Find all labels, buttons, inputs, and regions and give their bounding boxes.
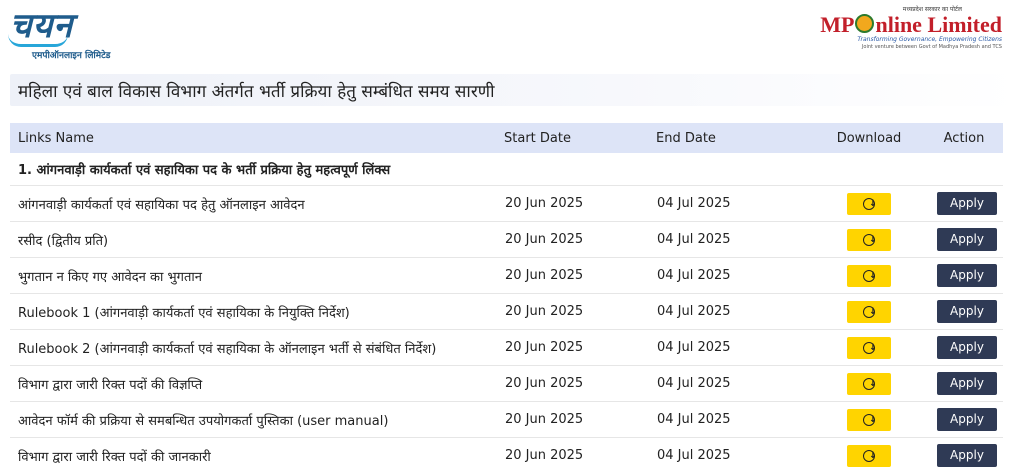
action-cell: Apply (925, 294, 1003, 330)
header-start-date: Start Date (504, 123, 656, 153)
apply-button[interactable]: Apply (937, 444, 997, 467)
download-button[interactable]: ↓ (847, 445, 891, 467)
apply-button[interactable]: Apply (937, 372, 997, 395)
download-button[interactable]: ↓ (847, 229, 891, 251)
end-date: 04 Jul 2025 (656, 186, 813, 222)
chayan-logo-subtitle: एमपीऑनलाइन लिमिटेड (32, 48, 110, 61)
chayan-logo[interactable]: चयन एमपीऑनलाइन लिमिटेड (10, 6, 150, 62)
download-cell: ↓ (813, 330, 925, 366)
download-button[interactable]: ↓ (847, 193, 891, 215)
download-cell: ↓ (813, 402, 925, 438)
apply-button[interactable]: Apply (937, 408, 997, 431)
mponline-logo-rest: nline Limited (875, 12, 1002, 37)
apply-button[interactable]: Apply (937, 192, 997, 215)
download-button[interactable]: ↓ (847, 265, 891, 287)
download-cell: ↓ (813, 294, 925, 330)
link-name: Rulebook 2 (आंगनवाड़ी कार्यकर्ता एवं सहा… (10, 330, 504, 366)
table-row: आवेदन फॉर्म की प्रक्रिया से समबन्धित उपय… (10, 402, 1003, 438)
page-title: महिला एवं बाल विकास विभाग अंतर्गत भर्ती … (18, 79, 494, 102)
start-date: 20 Jun 2025 (504, 186, 656, 222)
link-name: रसीद (द्वितीय प्रति) (10, 222, 504, 258)
download-button[interactable]: ↓ (847, 373, 891, 395)
apply-button[interactable]: Apply (937, 264, 997, 287)
apply-button[interactable]: Apply (937, 300, 997, 323)
link-name: आवेदन फॉर्म की प्रक्रिया से समबन्धित उपय… (10, 402, 504, 438)
action-cell: Apply (925, 366, 1003, 402)
start-date: 20 Jun 2025 (504, 222, 656, 258)
start-date: 20 Jun 2025 (504, 366, 656, 402)
mponline-logo-o-icon (855, 14, 874, 33)
download-button[interactable]: ↓ (847, 301, 891, 323)
download-circle-icon: ↓ (863, 306, 875, 318)
download-circle-icon: ↓ (863, 450, 875, 462)
mponline-logo-slogan2: Joint venture between Govt of Madhya Pra… (802, 44, 1002, 51)
section-row: 1. आंगनवाड़ी कार्यकर्ता एवं सहायिका पद क… (10, 153, 1003, 186)
end-date: 04 Jul 2025 (656, 294, 813, 330)
start-date: 20 Jun 2025 (504, 402, 656, 438)
download-cell: ↓ (813, 222, 925, 258)
page-title-bar: महिला एवं बाल विकास विभाग अंतर्गत भर्ती … (10, 74, 1020, 106)
end-date: 04 Jul 2025 (656, 258, 813, 294)
end-date: 04 Jul 2025 (656, 366, 813, 402)
end-date: 04 Jul 2025 (656, 330, 813, 366)
mponline-logo[interactable]: मध्यप्रदेश सरकार का पोर्टल MPnline Limit… (802, 6, 1002, 50)
apply-button[interactable]: Apply (937, 228, 997, 251)
download-cell: ↓ (813, 186, 925, 222)
link-name: Rulebook 1 (आंगनवाड़ी कार्यकर्ता एवं सहा… (10, 294, 504, 330)
header-end-date: End Date (656, 123, 813, 153)
link-name: भुगतान न किए गए आवेदन का भुगतान (10, 258, 504, 294)
end-date: 04 Jul 2025 (656, 402, 813, 438)
table-row: रसीद (द्वितीय प्रति)20 Jun 202504 Jul 20… (10, 222, 1003, 258)
table-row: विभाग द्वारा जारी रिक्त पदों की विज्ञप्त… (10, 366, 1003, 402)
start-date: 20 Jun 2025 (504, 330, 656, 366)
header-download: Download (813, 123, 925, 153)
end-date: 04 Jul 2025 (656, 438, 813, 473)
table-row: आंगनवाड़ी कार्यकर्ता एवं सहायिका पद हेतु… (10, 186, 1003, 222)
schedule-table: Links Name Start Date End Date Download … (10, 123, 1003, 473)
start-date: 20 Jun 2025 (504, 258, 656, 294)
download-cell: ↓ (813, 438, 925, 473)
action-cell: Apply (925, 222, 1003, 258)
end-date: 04 Jul 2025 (656, 222, 813, 258)
download-cell: ↓ (813, 258, 925, 294)
start-date: 20 Jun 2025 (504, 294, 656, 330)
download-circle-icon: ↓ (863, 198, 875, 210)
mponline-logo-brand: MP nline Limited (802, 14, 1002, 36)
download-circle-icon: ↓ (863, 378, 875, 390)
mponline-logo-mp: MP (820, 12, 854, 37)
table-row: भुगतान न किए गए आवेदन का भुगतान20 Jun 20… (10, 258, 1003, 294)
start-date: 20 Jun 2025 (504, 438, 656, 473)
download-cell: ↓ (813, 366, 925, 402)
table-header-row: Links Name Start Date End Date Download … (10, 123, 1003, 153)
table-row: विभाग द्वारा जारी रिक्त पदों की जानकारी2… (10, 438, 1003, 473)
section-title: 1. आंगनवाड़ी कार्यकर्ता एवं सहायिका पद क… (10, 153, 1003, 186)
table-row: Rulebook 1 (आंगनवाड़ी कार्यकर्ता एवं सहा… (10, 294, 1003, 330)
logo-swoosh (8, 34, 68, 47)
download-circle-icon: ↓ (863, 342, 875, 354)
action-cell: Apply (925, 402, 1003, 438)
action-cell: Apply (925, 186, 1003, 222)
action-cell: Apply (925, 330, 1003, 366)
link-name: आंगनवाड़ी कार्यकर्ता एवं सहायिका पद हेतु… (10, 186, 504, 222)
action-cell: Apply (925, 258, 1003, 294)
download-button[interactable]: ↓ (847, 409, 891, 431)
download-circle-icon: ↓ (863, 414, 875, 426)
page-header: चयन एमपीऑनलाइन लिमिटेड मध्यप्रदेश सरकार … (0, 0, 1024, 66)
link-name: विभाग द्वारा जारी रिक्त पदों की विज्ञप्त… (10, 366, 504, 402)
mponline-logo-slogan: Transforming Governance, Empowering Citi… (802, 36, 1002, 44)
download-circle-icon: ↓ (863, 270, 875, 282)
header-links-name: Links Name (10, 123, 504, 153)
header-action: Action (925, 123, 1003, 153)
table-row: Rulebook 2 (आंगनवाड़ी कार्यकर्ता एवं सहा… (10, 330, 1003, 366)
download-circle-icon: ↓ (863, 234, 875, 246)
download-button[interactable]: ↓ (847, 337, 891, 359)
link-name: विभाग द्वारा जारी रिक्त पदों की जानकारी (10, 438, 504, 473)
apply-button[interactable]: Apply (937, 336, 997, 359)
action-cell: Apply (925, 438, 1003, 473)
